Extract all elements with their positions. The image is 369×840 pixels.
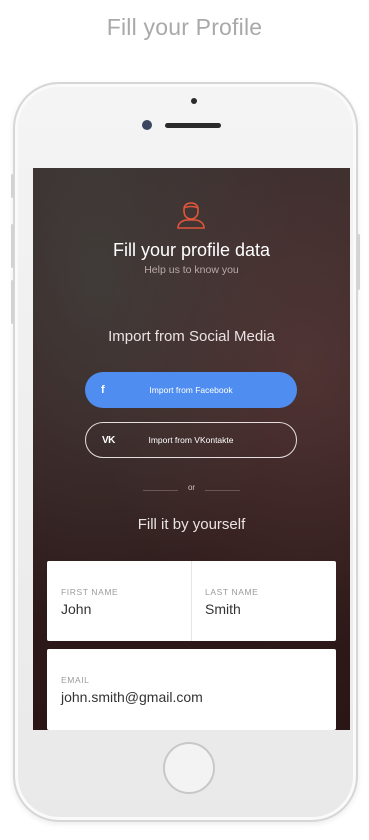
name-fields-card: FIRST NAME John LAST NAME Smith: [47, 561, 336, 641]
first-name-label: FIRST NAME: [61, 587, 119, 597]
profile-subtitle: Help us to know you: [144, 264, 239, 276]
app-screen: Fill your profile data Help us to know y…: [33, 168, 350, 730]
divider-line-right: [205, 490, 240, 491]
power-button: [357, 234, 360, 290]
volume-up-button: [11, 224, 14, 268]
email-value: john.smith@gmail.com: [61, 689, 203, 705]
volume-down-button: [11, 280, 14, 324]
import-facebook-button[interactable]: f Import from Facebook: [85, 372, 297, 408]
page-heading: Fill your Profile: [106, 14, 263, 40]
front-camera: [142, 120, 152, 130]
profile-title: Fill your profile data: [112, 240, 271, 260]
import-vkontakte-label: Import from VKontakte: [148, 435, 234, 445]
earpiece-speaker: [165, 123, 221, 128]
mute-switch: [11, 174, 14, 198]
import-facebook-label: Import from Facebook: [149, 385, 233, 395]
proximity-sensor: [191, 98, 197, 104]
user-profile-icon: [177, 202, 205, 229]
manual-fill-heading: Fill it by yourself: [137, 516, 246, 533]
first-name-value: John: [61, 601, 92, 617]
last-name-label: LAST NAME: [205, 587, 259, 597]
import-vkontakte-button[interactable]: VK Import from VKontakte: [85, 422, 297, 458]
first-name-field[interactable]: FIRST NAME John: [47, 561, 191, 641]
divider-or: or: [187, 483, 196, 492]
email-label: EMAIL: [61, 675, 90, 685]
social-import-heading: Import from Social Media: [108, 328, 275, 345]
home-button[interactable]: [163, 742, 215, 794]
last-name-value: Smith: [205, 601, 241, 617]
email-field[interactable]: EMAIL john.smith@gmail.com: [47, 649, 336, 730]
last-name-field[interactable]: LAST NAME Smith: [192, 561, 336, 641]
